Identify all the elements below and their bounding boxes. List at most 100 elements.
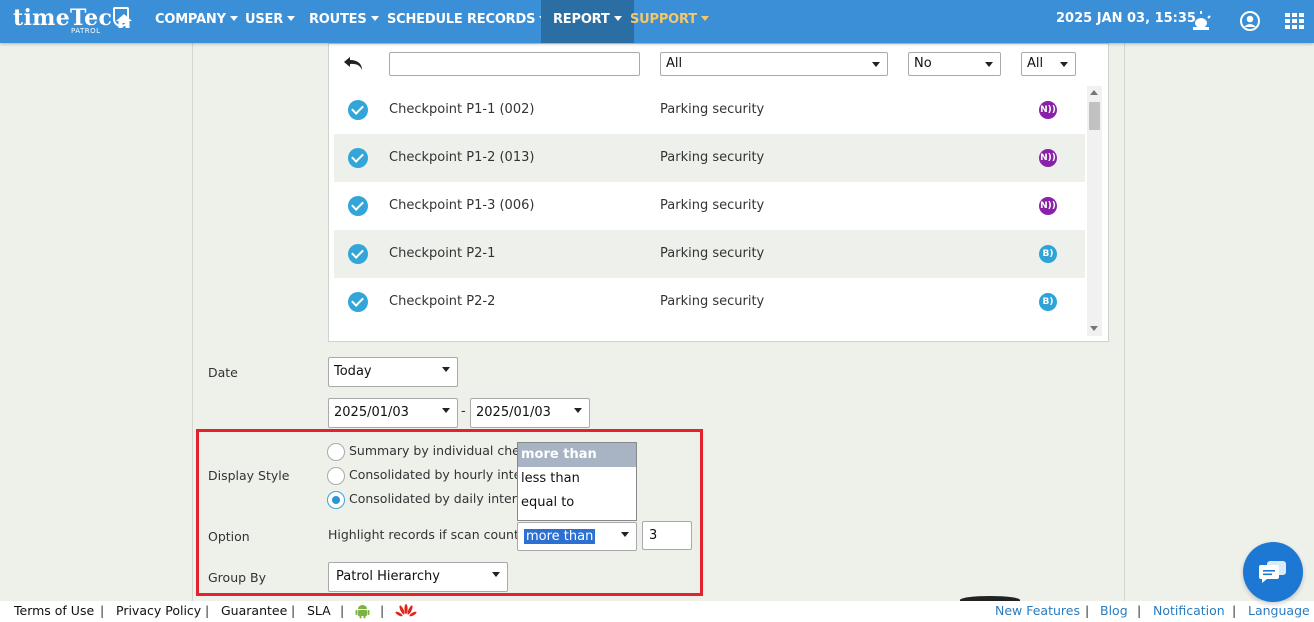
footer-notification-link[interactable]: Notification bbox=[1153, 603, 1225, 618]
group-by-select[interactable]: Patrol Hierarchy bbox=[328, 562, 508, 592]
nav-records[interactable]: RECORDS bbox=[467, 0, 548, 43]
checkpoint-list: Checkpoint P1-1 (002) Parking security N… bbox=[334, 86, 1085, 326]
checkmark-icon[interactable] bbox=[348, 100, 368, 120]
group-filter-select[interactable]: All bbox=[660, 52, 888, 76]
live-chat-button[interactable] bbox=[1243, 542, 1303, 602]
scan-count-value: 3 bbox=[649, 528, 658, 543]
option-label: Option bbox=[208, 529, 250, 544]
date-from-select[interactable]: 2025/01/03 bbox=[328, 398, 458, 428]
footer-separator: | bbox=[340, 603, 345, 618]
radio-consolidated-daily[interactable] bbox=[327, 491, 345, 509]
checkpoint-row[interactable]: Checkpoint P1-2 (013) Parking security N… bbox=[334, 134, 1085, 182]
checkpoint-row[interactable]: Checkpoint P2-2 Parking security B) bbox=[334, 278, 1085, 326]
nav-schedule[interactable]: SCHEDULE bbox=[387, 0, 463, 43]
brand-logo[interactable]: timeTec PATROL bbox=[13, 3, 130, 37]
android-icon[interactable] bbox=[355, 603, 370, 619]
bluetooth-tag-icon: B) bbox=[1039, 245, 1057, 263]
user-profile-icon[interactable] bbox=[1238, 9, 1262, 33]
nav-user-label: USER bbox=[245, 12, 284, 27]
chevron-down-icon bbox=[613, 16, 622, 21]
chevron-down-icon bbox=[287, 16, 296, 21]
undo-icon[interactable] bbox=[343, 54, 365, 74]
nfc-tag-icon: N)) bbox=[1039, 101, 1057, 119]
footer-language-link[interactable]: Language bbox=[1248, 603, 1310, 618]
date-range-value: Today bbox=[334, 364, 372, 379]
checkmark-icon[interactable] bbox=[348, 148, 368, 168]
dropdown-option[interactable]: equal to bbox=[518, 491, 636, 515]
huawei-icon[interactable] bbox=[395, 604, 417, 618]
checkmark-icon[interactable] bbox=[348, 292, 368, 312]
checkpoint-name: Checkpoint P2-1 bbox=[389, 246, 496, 261]
date-range-select[interactable]: Today bbox=[328, 357, 458, 387]
checkpoint-row[interactable]: Checkpoint P2-1 Parking security B) bbox=[334, 230, 1085, 278]
checkpoint-row[interactable]: Checkpoint P1-3 (006) Parking security N… bbox=[334, 182, 1085, 230]
nav-report-label: REPORT bbox=[553, 12, 610, 27]
date-to-value: 2025/01/03 bbox=[476, 405, 551, 420]
chevron-down-icon bbox=[700, 16, 709, 21]
scroll-up-icon[interactable] bbox=[1090, 90, 1098, 95]
date-to-select[interactable]: 2025/01/03 bbox=[470, 398, 590, 428]
radio-consolidated-hourly[interactable] bbox=[327, 467, 345, 485]
highlight-records-text: Highlight records if scan counts bbox=[328, 527, 526, 542]
nav-support-label: SUPPORT bbox=[630, 12, 697, 27]
nfc-tag-icon: N)) bbox=[1039, 197, 1057, 215]
footer-guarantee-link[interactable]: Guarantee bbox=[221, 603, 287, 618]
scroll-down-icon[interactable] bbox=[1090, 326, 1098, 331]
footer-separator: | bbox=[291, 603, 296, 618]
footer-separator: | bbox=[1232, 603, 1237, 618]
top-nav-bar: timeTec PATROL COMPANY USER ROUTES SCHED… bbox=[0, 0, 1314, 43]
checkpoint-group: Parking security bbox=[660, 294, 765, 309]
footer-sla-link[interactable]: SLA bbox=[307, 603, 331, 618]
radio-label: Consolidated by hourly interval bbox=[349, 467, 517, 482]
radio-label: Consolidated by daily interval bbox=[349, 491, 517, 506]
apps-grid-icon[interactable] bbox=[1282, 9, 1306, 33]
nav-schedule-label: SCHEDULE bbox=[387, 12, 463, 27]
checkpoint-group: Parking security bbox=[660, 198, 765, 213]
checkpoint-name: Checkpoint P1-2 (013) bbox=[389, 150, 535, 165]
list-scrollbar[interactable] bbox=[1087, 86, 1102, 336]
footer-blog-link[interactable]: Blog bbox=[1100, 603, 1128, 618]
checkpoint-group: Parking security bbox=[660, 150, 765, 165]
scroll-thumb[interactable] bbox=[1089, 102, 1100, 130]
comparison-dropdown-list: more than less than equal to bbox=[517, 442, 637, 521]
radio-label: Summary by individual checkpoint bbox=[349, 443, 517, 458]
footer-separator: | bbox=[380, 603, 385, 618]
nav-user[interactable]: USER bbox=[245, 0, 296, 43]
footer-separator: | bbox=[1085, 603, 1090, 618]
dropdown-option[interactable]: less than bbox=[518, 467, 636, 491]
nav-company[interactable]: COMPANY bbox=[155, 0, 238, 43]
checkmark-icon[interactable] bbox=[348, 196, 368, 216]
checkmark-icon[interactable] bbox=[348, 244, 368, 264]
nav-company-label: COMPANY bbox=[155, 12, 226, 27]
bluetooth-tag-icon: B) bbox=[1039, 293, 1057, 311]
comparison-select[interactable]: more than bbox=[517, 522, 637, 551]
type-filter-select[interactable]: All bbox=[1021, 52, 1076, 76]
group-filter-value: All bbox=[666, 56, 683, 71]
nav-routes[interactable]: ROUTES bbox=[309, 0, 379, 43]
nav-support[interactable]: SUPPORT bbox=[630, 0, 709, 43]
home-icon[interactable] bbox=[115, 12, 133, 30]
chevron-down-icon bbox=[229, 16, 238, 21]
footer-separator: | bbox=[1137, 603, 1142, 618]
alarm-icon[interactable] bbox=[1189, 9, 1213, 33]
dropdown-option[interactable]: more than bbox=[518, 443, 636, 467]
nfc-tag-icon: N)) bbox=[1039, 149, 1057, 167]
checkpoint-group: Parking security bbox=[660, 246, 765, 261]
checkpoint-row[interactable]: Checkpoint P1-1 (002) Parking security N… bbox=[334, 86, 1085, 134]
radio-summary-by-checkpoint[interactable] bbox=[327, 443, 345, 461]
footer-privacy-link[interactable]: Privacy Policy bbox=[116, 603, 201, 618]
footer-new-features-link[interactable]: New Features bbox=[995, 603, 1080, 618]
checkpoint-name: Checkpoint P1-1 (002) bbox=[389, 102, 535, 117]
comparison-value: more than bbox=[524, 529, 596, 544]
footer-terms-link[interactable]: Terms of Use bbox=[14, 603, 94, 618]
brand-sub: PATROL bbox=[71, 27, 101, 35]
scan-count-input[interactable]: 3 bbox=[642, 521, 692, 550]
flag-filter-select[interactable]: No bbox=[908, 52, 1001, 76]
clock: 2025 JAN 03, 15:35 bbox=[1056, 11, 1196, 26]
chevron-down-icon bbox=[370, 16, 379, 21]
type-filter-value: All bbox=[1027, 56, 1044, 71]
display-style-label: Display Style bbox=[208, 468, 290, 483]
group-by-label: Group By bbox=[208, 570, 267, 585]
checkpoint-search-input[interactable] bbox=[389, 52, 640, 76]
nav-report[interactable]: REPORT bbox=[541, 0, 634, 43]
